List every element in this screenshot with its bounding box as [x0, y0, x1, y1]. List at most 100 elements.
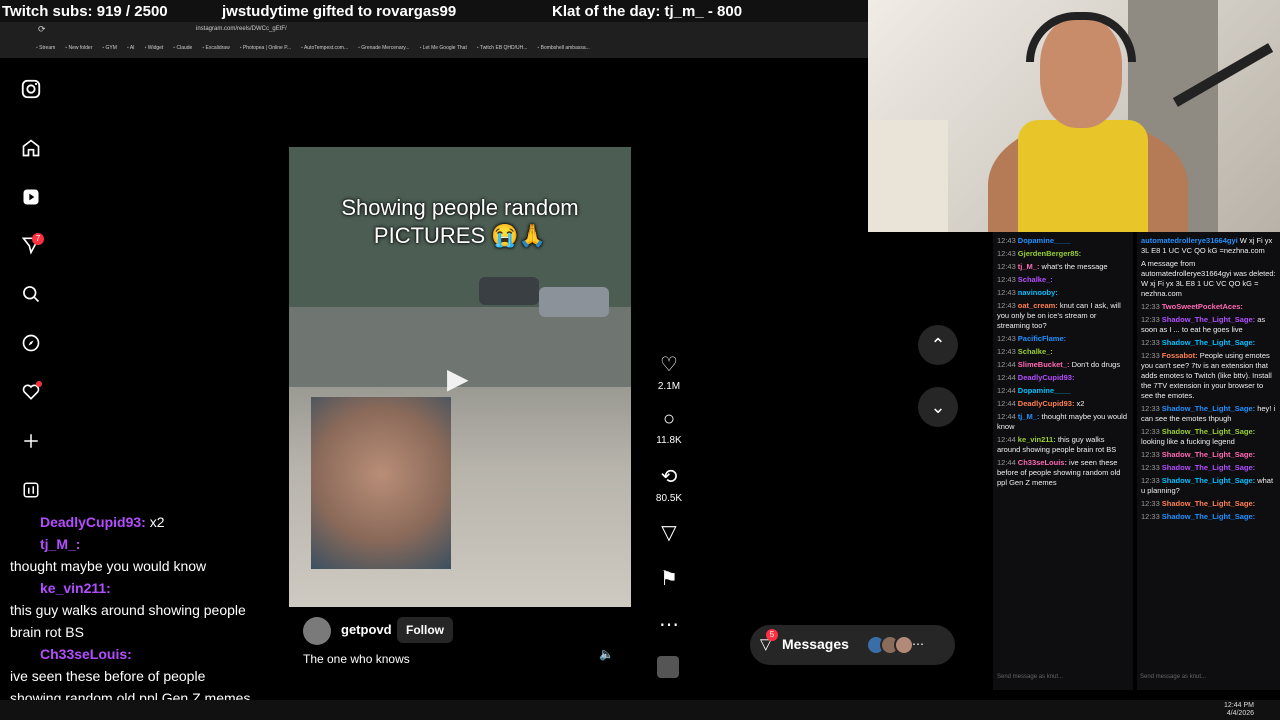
overlay-chat-username: Ch33seLouis: — [40, 646, 132, 662]
share-button[interactable]: ▽ — [652, 520, 686, 545]
chat-username[interactable]: Ch33seLouis: — [1018, 458, 1069, 467]
chat-username[interactable]: DeadlyCupid93: — [1018, 373, 1075, 382]
play-icon[interactable]: ▶ — [447, 362, 477, 394]
chat-text: looking like a fucking legend — [1141, 437, 1235, 446]
chat-username[interactable]: Shadow_The_Light_Sage: — [1162, 463, 1255, 472]
chat-message: 12:43 GjerdenBerger85: — [997, 249, 1129, 259]
chat-username[interactable]: tj_M_: — [1018, 262, 1042, 271]
chat-username[interactable]: Shadow_The_Light_Sage: — [1162, 512, 1255, 521]
bookmark-item[interactable]: Let Me Google That — [420, 45, 467, 51]
repost-button[interactable]: ⟲ 80.5K — [652, 464, 686, 504]
chat-username[interactable]: oat_cream: — [1018, 301, 1060, 310]
home-icon[interactable] — [18, 135, 44, 161]
bookmark-item[interactable]: Claude — [173, 45, 192, 51]
more-icon: ⋯ — [912, 637, 924, 651]
chat-username[interactable]: Dopamine____ — [1018, 236, 1071, 245]
chat-username[interactable]: navinooby: — [1018, 288, 1058, 297]
chat-input-right[interactable]: Send message as knut... — [1140, 674, 1270, 688]
audio-thumbnail[interactable] — [657, 656, 679, 678]
stream-overlay-chat: DeadlyCupid93: x2 tj_M_: thought maybe yo… — [0, 508, 285, 708]
chat-username[interactable]: PacificFlame: — [1018, 334, 1066, 343]
chat-username[interactable]: Shadow_The_Light_Sage: — [1162, 427, 1255, 436]
chat-username[interactable]: DeadlyCupid93: — [1018, 399, 1077, 408]
chat-timestamp: 12:43 — [997, 334, 1016, 343]
chat-input-left[interactable]: Send message as knut... — [997, 674, 1127, 688]
chat-timestamp: 12:33 — [1141, 315, 1160, 324]
save-button[interactable]: ⚑ — [652, 566, 686, 591]
chat-message: 12:43 Dopamine____ — [997, 236, 1129, 246]
bookmark-item[interactable]: Bombshell ambassa... — [537, 45, 590, 51]
gift-alert: jwstudytime gifted to rovargas99 — [222, 3, 457, 20]
chat-username[interactable]: Shadow_The_Light_Sage: — [1162, 338, 1255, 347]
chat-message: 12:33 Shadow_The_Light_Sage: looking like… — [1141, 427, 1276, 447]
explore-icon[interactable] — [18, 330, 44, 356]
bookmark-item[interactable]: GYM — [102, 45, 117, 51]
repost-icon: ⟲ — [660, 466, 678, 488]
overlay-chat-text: ive seen these before of people — [10, 668, 206, 684]
chat-username[interactable]: automatedrolleryе31664gyi — [1141, 236, 1240, 245]
chat-username[interactable]: SlimeBucket_: — [1018, 360, 1072, 369]
chat-username[interactable]: Schalke_: — [1018, 347, 1053, 356]
bookmark-item[interactable]: Widget — [145, 45, 164, 51]
reload-icon[interactable]: ⟳ — [38, 24, 46, 35]
overlay-chat-text: this guy walks around showing people — [10, 602, 246, 618]
instagram-icon[interactable] — [18, 76, 44, 102]
messages-button[interactable]: ▽ 5 Messages ⋯ — [750, 625, 955, 665]
chat-username[interactable]: GjerdenBerger85: — [1018, 249, 1081, 258]
volume-icon[interactable]: 🔈 — [599, 647, 614, 661]
chat-username[interactable]: Shadow_The_Light_Sage: — [1162, 315, 1257, 324]
chat-text: People using emotes you can't see? 7tv i… — [1141, 351, 1272, 400]
chat-username[interactable]: Dopamine____ — [1018, 386, 1071, 395]
bookmark-item[interactable]: Photopea | Online P... — [240, 45, 291, 51]
next-reel-button[interactable]: ⌄ — [918, 387, 958, 427]
chat-username[interactable]: Fossabot: — [1162, 351, 1200, 360]
reel-username[interactable]: getpovd — [341, 622, 392, 637]
reels-icon[interactable] — [18, 184, 44, 210]
overlay-chat-username: tj_M_: — [40, 536, 81, 552]
held-picture — [311, 397, 451, 569]
url-text[interactable]: instagram.com/reels/DWCc_gEtF/ — [196, 26, 287, 32]
overlay-chat-line: ive seen these before of people — [10, 668, 205, 684]
bookmark-item[interactable]: Stream — [36, 45, 55, 51]
bookmark-item[interactable]: Twitch EB QHD/UH... — [477, 45, 528, 51]
like-button[interactable]: ♡ 2.1M — [652, 352, 686, 392]
avatar[interactable] — [303, 617, 331, 645]
chat-message: 12:33 Shadow_The_Light_Sage: — [1141, 338, 1276, 348]
bookmark-item[interactable]: Excalidraw — [202, 45, 230, 51]
chat-username[interactable]: Shadow_The_Light_Sage: — [1162, 476, 1257, 485]
reel-video[interactable]: Showing people random PICTURES 😭🙏 ▶ — [289, 72, 631, 680]
bookmark-item[interactable]: AI — [127, 45, 135, 51]
clock-time: 12:44 PM — [1224, 702, 1254, 709]
bookmark-item[interactable]: Grenade Mercenary... — [358, 45, 409, 51]
previous-reel-button[interactable]: ⌃ — [918, 325, 958, 365]
chat-timestamp: 12:44 — [997, 435, 1016, 444]
follow-button[interactable]: Follow — [397, 617, 453, 643]
chat-timestamp: 12:33 — [1141, 512, 1160, 521]
overlay-chat-username: ke_vin211: — [40, 580, 111, 596]
chat-message: 12:33 Shadow_The_Light_Sage: what u plann… — [1141, 476, 1276, 496]
bookmark-item[interactable]: New folder — [65, 45, 92, 51]
chat-message: 12:33 Shadow_The_Light_Sage: — [1141, 499, 1276, 509]
search-icon[interactable] — [18, 281, 44, 307]
chat-timestamp: 12:44 — [997, 373, 1016, 382]
bookmark-item[interactable]: AutoTempest.com... — [301, 45, 348, 51]
chat-text: A message from automatedrolleryе31664gyi… — [1141, 259, 1276, 298]
more-options-button[interactable]: ⋯ — [652, 612, 686, 637]
create-icon[interactable] — [18, 428, 44, 454]
chat-username[interactable]: Shadow_The_Light_Sage: — [1162, 450, 1255, 459]
address-bar[interactable]: ⟳ instagram.com/reels/DWCc_gEtF/ — [0, 22, 868, 38]
chat-username[interactable]: TwoSweetPocketAces: — [1162, 302, 1243, 311]
chat-username[interactable]: Shadow_The_Light_Sage: — [1162, 404, 1257, 413]
chat-message: 12:43 oat_cream: knut can I ask, will you… — [997, 301, 1129, 331]
clock-date: 4/4/2026 — [1226, 710, 1254, 717]
messages-badge: 5 — [766, 629, 778, 641]
chat-username[interactable]: Schalke_: — [1018, 275, 1053, 284]
comment-button[interactable]: ○ 11.8K — [652, 408, 686, 446]
chat-timestamp: 12:43 — [997, 347, 1016, 356]
chat-timestamp: 12:33 — [1141, 476, 1160, 485]
chat-username[interactable]: Shadow_The_Light_Sage: — [1162, 499, 1255, 508]
chat-username[interactable]: ke_vin211: — [1018, 435, 1058, 444]
chat-username[interactable]: tj_M_: — [1018, 412, 1042, 421]
dashboard-icon[interactable] — [18, 477, 44, 503]
chat-message: 12:33 Shadow_The_Light_Sage: — [1141, 512, 1276, 522]
